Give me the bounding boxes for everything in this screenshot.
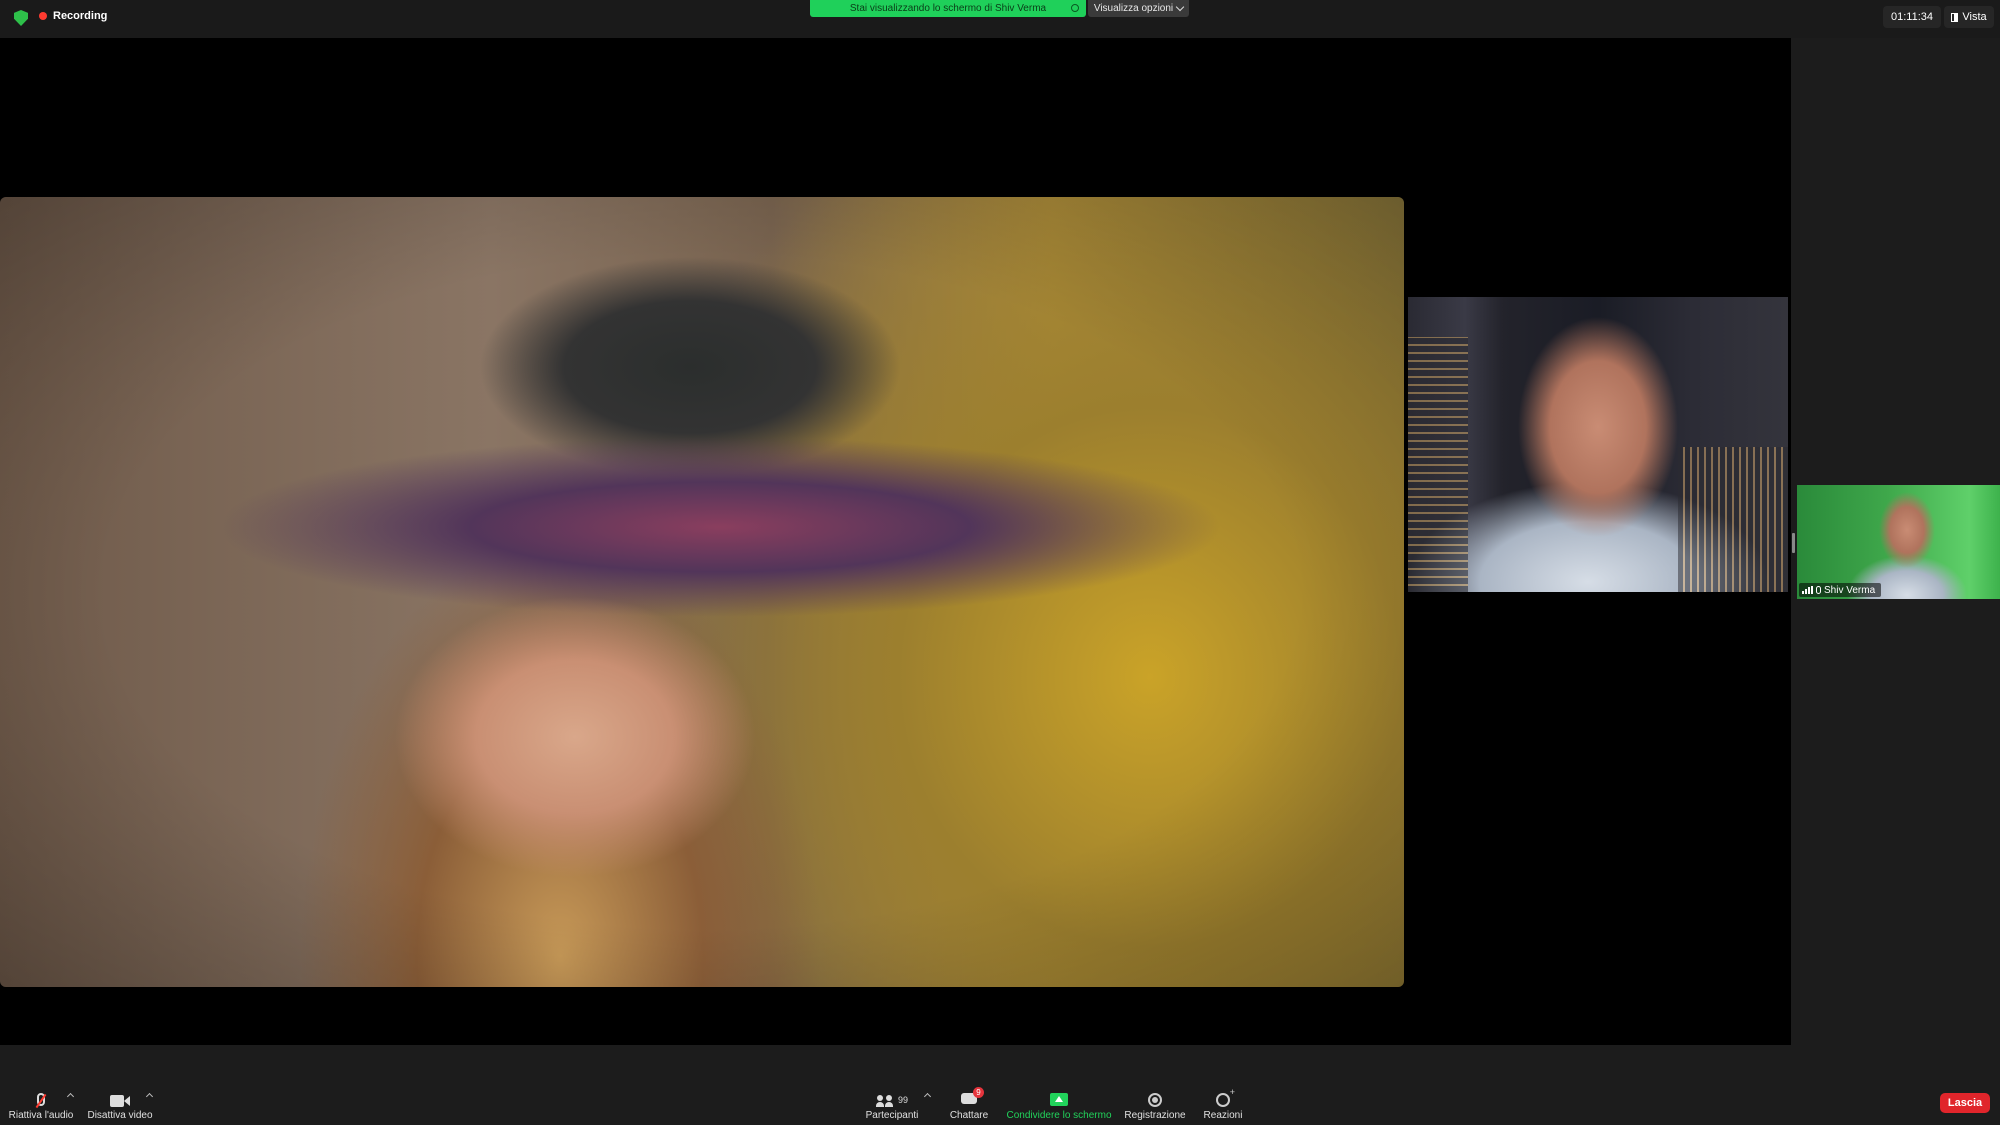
chevron-down-icon — [1175, 2, 1185, 12]
camera-icon — [110, 1095, 130, 1107]
meeting-timer: 01:11:34 — [1883, 6, 1941, 28]
participant-video-tile[interactable]: Shiv Verma — [1797, 485, 2000, 599]
participant-name: Shiv Verma — [1824, 584, 1876, 596]
active-speaker-video[interactable] — [1408, 297, 1788, 592]
chat-unread-badge: 9 — [973, 1087, 984, 1098]
reactions-icon — [1216, 1087, 1235, 1107]
shield-icon[interactable] — [14, 10, 28, 26]
record-label: Registrazione — [1124, 1110, 1186, 1121]
video-label: Disattiva video — [87, 1110, 153, 1121]
meeting-timer-value: 01:11:34 — [1890, 11, 1933, 23]
mic-off-icon — [37, 1093, 45, 1106]
leave-meeting-label: Lascia — [1947, 1097, 1983, 1109]
shared-screen-content — [0, 197, 1404, 987]
unmute-label: Riattiva l'audio — [8, 1110, 74, 1121]
recording-indicator[interactable]: Recording — [39, 7, 107, 25]
screen-share-banner: Stai visualizzando lo schermo di Shiv Ve… — [810, 0, 1086, 17]
gallery-icon — [1951, 12, 1959, 22]
panel-resize-handle[interactable] — [1792, 533, 1795, 553]
view-options-button[interactable]: Visualizza opzioni — [1088, 0, 1189, 17]
chat-label: Chattare — [949, 1110, 989, 1121]
participants-options-caret-icon[interactable] — [923, 1092, 932, 1101]
circle-icon — [1071, 4, 1079, 12]
share-screen-label: Condividere lo schermo — [1006, 1110, 1112, 1121]
record-button[interactable]: Registrazione — [1122, 1084, 1188, 1125]
view-options-label: Visualizza opzioni — [1093, 3, 1174, 14]
share-screen-icon — [1050, 1093, 1068, 1106]
view-button[interactable]: Vista — [1944, 6, 1994, 28]
participant-name-tag: Shiv Verma — [1799, 583, 1882, 597]
share-screen-button[interactable]: Condividere lo schermo — [1005, 1084, 1113, 1125]
participants-button[interactable]: 99 Partecipanti — [860, 1084, 924, 1125]
chat-icon: 9 — [961, 1087, 984, 1104]
bottom-toolbar: Riattiva l'audio Disattiva video 99 Part… — [0, 1084, 2000, 1125]
chat-button[interactable]: 9 Chattare — [944, 1084, 994, 1125]
top-bar: Recording Stai visualizzando lo schermo … — [0, 0, 2000, 38]
recording-dot-icon — [39, 12, 47, 20]
leave-meeting-button[interactable]: Lascia — [1940, 1093, 1990, 1113]
recording-label: Recording — [53, 10, 108, 22]
screen-share-banner-text: Stai visualizzando lo schermo di Shiv Ve… — [849, 3, 1047, 14]
background-city-right — [1678, 447, 1788, 592]
view-button-label: Vista — [1962, 11, 1987, 23]
mic-muted-icon — [1816, 586, 1821, 594]
background-city-left — [1408, 337, 1468, 592]
unmute-button[interactable]: Riattiva l'audio — [6, 1084, 76, 1125]
participants-label: Partecipanti — [865, 1110, 919, 1121]
meeting-stage — [0, 38, 1791, 1045]
reactions-label: Reazioni — [1203, 1110, 1243, 1121]
participants-icon: 99 — [875, 1093, 908, 1107]
reactions-button[interactable]: Reazioni — [1200, 1084, 1246, 1125]
video-button[interactable]: Disattiva video — [84, 1084, 156, 1125]
signal-strength-icon — [1802, 586, 1813, 594]
record-icon — [1148, 1093, 1162, 1107]
participants-count: 99 — [897, 1095, 908, 1105]
